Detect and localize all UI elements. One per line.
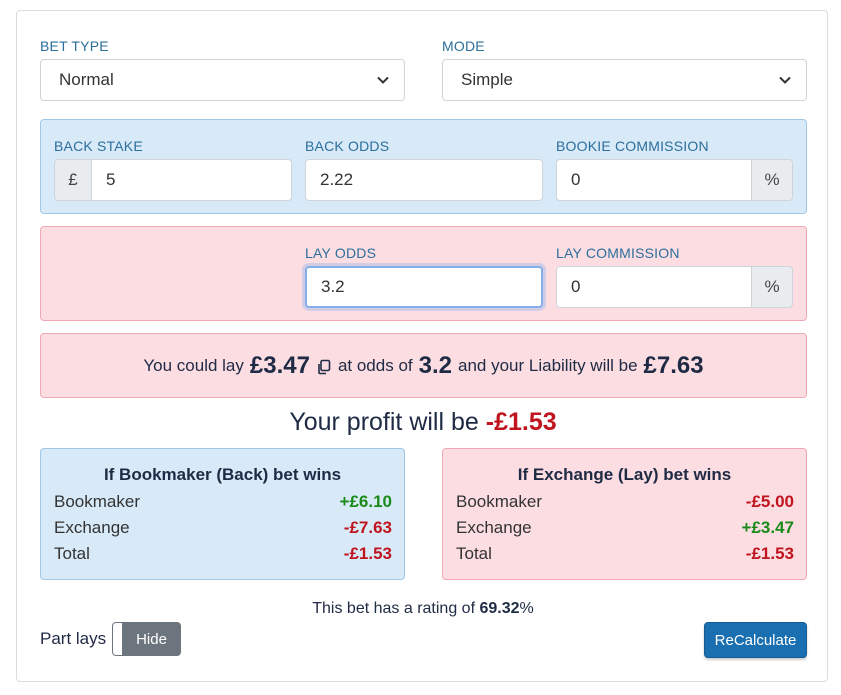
row-value: -£7.63 bbox=[343, 518, 392, 537]
back-stake-input[interactable]: 5 bbox=[91, 159, 292, 201]
bet-type-label: BET TYPE bbox=[40, 38, 109, 54]
lay-summary-panel: You could lay £3.47 at odds of 3.2 and y… bbox=[40, 333, 807, 398]
exchange-wins-title: If Exchange (Lay) bet wins bbox=[517, 465, 732, 484]
back-bet-panel: BACK STAKE £ 5 BACK ODDS 2.22 BOOKIE COM… bbox=[40, 119, 807, 214]
bet-calculator-card: BET TYPE Normal MODE Simple BACK STAKE £… bbox=[16, 10, 828, 682]
percent-addon: % bbox=[751, 266, 793, 308]
back-stake-label: BACK STAKE bbox=[54, 138, 143, 154]
rating-line: This bet has a rating of 69.32% bbox=[17, 600, 829, 618]
bookmaker-wins-title: If Bookmaker (Back) bet wins bbox=[103, 465, 342, 484]
row-value: -£1.53 bbox=[745, 544, 794, 563]
chevron-down-icon bbox=[377, 76, 389, 84]
result-row: Exchange -£7.63 bbox=[54, 518, 392, 538]
lay-commission-input[interactable]: 0 bbox=[556, 266, 752, 308]
part-lays-label: Part lays bbox=[40, 629, 107, 648]
lay-odds-input[interactable]: 3.2 bbox=[305, 266, 543, 308]
result-row: Exchange +£3.47 bbox=[456, 518, 794, 538]
bet-type-select[interactable]: Normal bbox=[40, 59, 405, 101]
row-value: +£3.47 bbox=[741, 518, 794, 537]
row-label: Exchange bbox=[456, 518, 532, 537]
profit-text: Your profit will be bbox=[289, 408, 479, 436]
summary-text-3: and your Liability will be bbox=[458, 355, 638, 375]
lay-commission-label: LAY COMMISSION bbox=[556, 245, 680, 261]
toggle-label: Hide bbox=[136, 630, 167, 648]
result-row: Total -£1.53 bbox=[456, 544, 794, 564]
result-row: Bookmaker +£6.10 bbox=[54, 492, 392, 512]
mode-value: Simple bbox=[461, 70, 513, 89]
result-row: Bookmaker -£5.00 bbox=[456, 492, 794, 512]
profit-line: Your profit will be -£1.53 bbox=[17, 408, 829, 437]
rating-value: 69.32 bbox=[479, 600, 520, 617]
chevron-down-icon bbox=[779, 76, 791, 84]
row-label: Total bbox=[54, 544, 90, 563]
part-lays-toggle[interactable]: Hide bbox=[112, 622, 181, 656]
lay-bet-panel: LAY ODDS 3.2 LAY COMMISSION 0 % bbox=[40, 226, 807, 321]
result-row: Total -£1.53 bbox=[54, 544, 392, 564]
back-odds-label: BACK ODDS bbox=[305, 138, 390, 154]
bet-type-value: Normal bbox=[59, 70, 114, 89]
percent-addon: % bbox=[751, 159, 793, 201]
liability-amount: £7.63 bbox=[643, 351, 704, 379]
row-value: -£5.00 bbox=[745, 492, 794, 511]
row-label: Exchange bbox=[54, 518, 130, 537]
bookmaker-wins-panel: If Bookmaker (Back) bet wins Bookmaker +… bbox=[40, 448, 405, 580]
toggle-knob bbox=[113, 623, 123, 655]
lay-odds-amount: 3.2 bbox=[418, 351, 452, 379]
row-label: Bookmaker bbox=[456, 492, 542, 511]
row-label: Total bbox=[456, 544, 492, 563]
row-value: +£6.10 bbox=[339, 492, 392, 511]
back-odds-input[interactable]: 2.22 bbox=[305, 159, 543, 201]
row-value: -£1.53 bbox=[343, 544, 392, 563]
exchange-wins-panel: If Exchange (Lay) bet wins Bookmaker -£5… bbox=[442, 448, 807, 580]
mode-label: MODE bbox=[442, 38, 485, 54]
currency-addon: £ bbox=[54, 159, 92, 201]
lay-odds-label: LAY ODDS bbox=[305, 245, 377, 261]
recalculate-button[interactable]: ReCalculate bbox=[704, 622, 807, 658]
row-label: Bookmaker bbox=[54, 492, 140, 511]
bookie-commission-input[interactable]: 0 bbox=[556, 159, 752, 201]
copy-icon[interactable] bbox=[316, 359, 332, 375]
lay-stake-amount: £3.47 bbox=[249, 351, 310, 379]
profit-value: -£1.53 bbox=[485, 408, 557, 436]
rating-suffix: % bbox=[519, 600, 534, 617]
summary-text-1: You could lay bbox=[143, 355, 244, 375]
mode-select[interactable]: Simple bbox=[442, 59, 807, 101]
rating-text: This bet has a rating of bbox=[312, 600, 476, 617]
summary-text-2: at odds of bbox=[337, 355, 413, 375]
bookie-commission-label: BOOKIE COMMISSION bbox=[556, 138, 709, 154]
